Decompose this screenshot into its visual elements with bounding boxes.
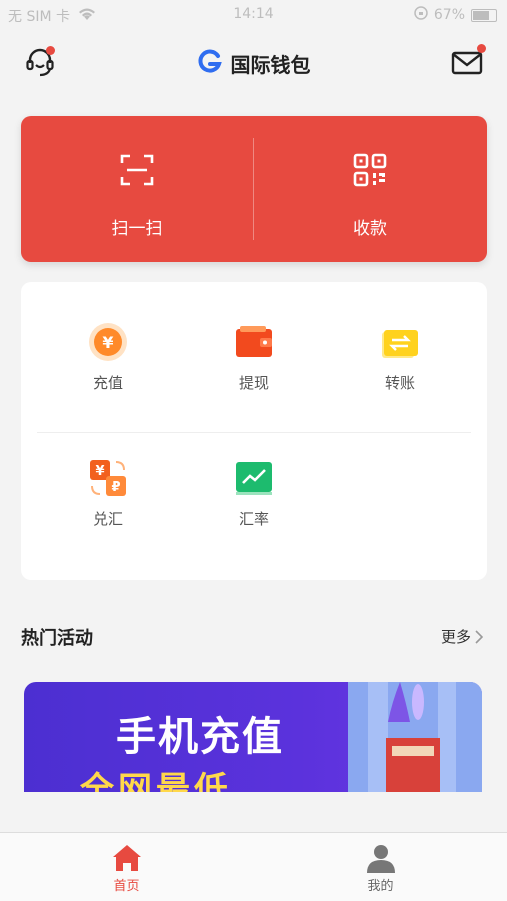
rate-chart-icon [236,462,272,495]
service-recharge[interactable]: ¥ 充值 [35,312,181,402]
service-rate[interactable]: 汇率 [181,448,327,538]
service-exchange[interactable]: ¥ ₽ 兑汇 [35,448,181,538]
messages-button[interactable] [449,44,486,80]
notification-dot [477,44,486,53]
app-header: 国际钱包 [0,36,507,86]
status-bar: 无 SIM 卡 14:14 67% [0,0,507,30]
service-label: 兑汇 [92,510,123,528]
svg-text:¥: ¥ [95,464,104,479]
recharge-coin-icon: ¥ [89,323,127,361]
exchange-icon: ¥ ₽ [90,460,126,496]
divider [37,432,471,433]
svg-text:¥: ¥ [102,333,113,352]
scan-button[interactable]: 扫一扫 [21,116,253,262]
user-icon [367,845,395,873]
title-text: 国际钱包 [230,53,311,77]
service-label: 汇率 [238,510,269,528]
rocket-illustration [348,682,482,792]
rotation-lock-icon [414,6,428,24]
battery-percent: 67% [433,7,465,23]
tab-label: 我的 [367,879,394,894]
svg-text:₽: ₽ [111,480,120,495]
more-label: 更多 [440,628,471,646]
receive-button[interactable]: 收款 [254,116,486,262]
banner-subline: 全网最低 [80,770,232,792]
section-title: 热门活动 [21,628,93,649]
service-label: 转账 [384,374,415,392]
chevron-right-icon [475,629,483,644]
page-title: 国际钱包 [0,48,507,79]
service-transfer[interactable]: 转账 [327,312,473,402]
qr-code-icon [353,153,387,187]
services-grid: ¥ 充值 提现 转账 ¥ ₽ 兑汇 汇率 [21,282,487,580]
wallet-icon [236,326,272,357]
service-withdraw[interactable]: 提现 [181,312,327,402]
tab-bar: 首页 我的 [0,832,507,901]
tab-home[interactable]: 首页 [0,833,253,901]
more-link[interactable]: 更多 [441,626,483,647]
receive-label: 收款 [353,219,387,239]
scan-icon [120,154,154,186]
tab-label: 首页 [113,879,140,894]
banner-headline: 手机充值 [116,714,284,760]
scan-label: 扫一扫 [111,219,163,239]
service-label: 充值 [92,374,123,392]
app-logo-icon [197,48,223,79]
battery-icon [471,8,497,22]
home-icon [113,845,141,871]
transfer-icon [382,330,418,358]
tab-mine[interactable]: 我的 [254,833,507,901]
promo-banner[interactable]: 手机充值 全网最低 [24,682,482,792]
service-label: 提现 [238,374,269,392]
quick-action-card: 扫一扫 收款 [21,116,487,262]
